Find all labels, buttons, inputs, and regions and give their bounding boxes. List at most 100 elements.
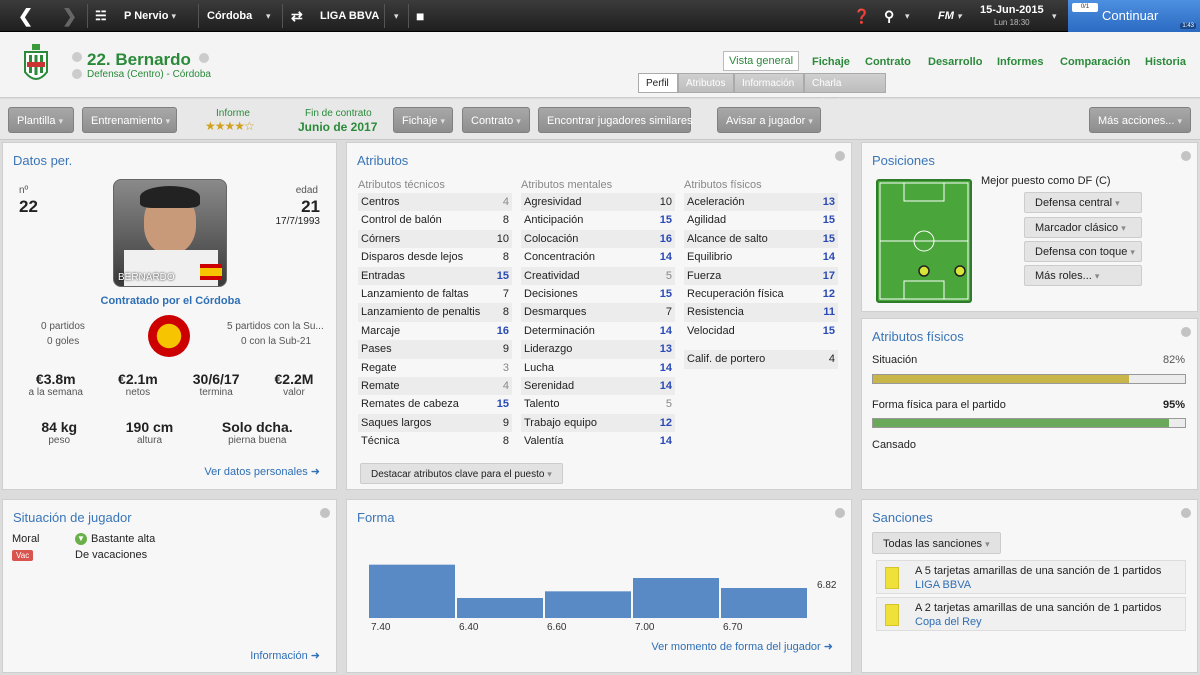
manager-menu[interactable]: P Nervio ▾ xyxy=(124,0,176,32)
attribute-name: Alcance de salto xyxy=(687,232,768,245)
attribute-name: Concentración xyxy=(524,251,595,264)
attribute-value: 14 xyxy=(659,435,672,448)
attribute-row: Liderazgo 13 xyxy=(521,340,675,359)
subtab-perfil[interactable]: Perfil xyxy=(638,73,678,93)
panel-menu-icon[interactable] xyxy=(1181,508,1191,518)
info-icon[interactable] xyxy=(199,53,209,63)
panel-menu-icon[interactable] xyxy=(1181,327,1191,337)
search-icon[interactable]: ⚲ xyxy=(884,0,894,32)
continue-button[interactable]: 0/1 Continuar 1:43 xyxy=(1068,0,1200,32)
inbox-badge: 0/1 xyxy=(1072,3,1098,12)
subtab-atributos[interactable]: Atributos xyxy=(678,73,734,93)
stat-height: 190 cm altura xyxy=(125,419,174,446)
attribute-row: Saques largos 9 xyxy=(358,413,512,433)
panel-menu-icon[interactable] xyxy=(320,508,330,518)
back-icon[interactable]: ❮ xyxy=(18,0,33,32)
attributes-panel: Atributos Atributos técnicos Centros 4 Con… xyxy=(346,142,852,490)
highlight-key-attributes-button[interactable]: Destacar atributos clave para el puesto … xyxy=(360,463,563,484)
position-icon xyxy=(72,69,82,79)
match-fitness-bar xyxy=(872,418,1186,428)
plantilla-button[interactable]: Plantilla ▾ xyxy=(8,107,74,133)
attribute-row: Córners 10 xyxy=(358,229,512,249)
informe-label: Informe xyxy=(216,108,250,119)
panel-menu-icon[interactable] xyxy=(1181,151,1191,161)
tab-comparacion[interactable]: Comparación xyxy=(1060,56,1130,68)
attribute-value: 16 xyxy=(659,232,672,245)
attribute-name: Técnica xyxy=(361,435,400,448)
sanction-competition[interactable]: LIGA BBVA xyxy=(915,579,971,591)
condition-bar xyxy=(872,374,1186,384)
attribute-value: 9 xyxy=(502,416,509,429)
tab-desarrollo[interactable]: Desarrollo xyxy=(928,56,982,68)
forward-icon[interactable]: ❯ xyxy=(62,0,77,32)
avisar-button[interactable]: Avisar a jugador ▾ xyxy=(717,107,821,133)
sanction-item: A 5 tarjetas amarillas de una sanción de… xyxy=(876,560,1186,594)
tab-historia[interactable]: Historia xyxy=(1145,56,1186,68)
sanction-text: A 5 tarjetas amarillas de una sanción de… xyxy=(915,565,1162,577)
tab-contrato[interactable]: Contrato xyxy=(865,56,911,68)
chevron-down-icon[interactable]: ▾ xyxy=(266,0,271,32)
game-icon[interactable]: ☵ xyxy=(95,0,107,32)
attribute-name: Remates de cabeza xyxy=(361,398,459,411)
attribute-name: Anticipación xyxy=(524,214,584,227)
role-button[interactable]: Marcador clásico ▾ xyxy=(1024,217,1142,238)
team-menu[interactable]: Córdoba xyxy=(207,0,252,32)
tab-informes[interactable]: Informes xyxy=(997,56,1043,68)
competition-menu[interactable]: LIGA BBVA xyxy=(320,0,379,32)
stat-wage: €3.8m a la semana xyxy=(28,371,83,398)
subtab-informacion[interactable]: Información xyxy=(734,73,804,93)
attribute-name: Equilibrio xyxy=(687,251,733,264)
attribute-value: 8 xyxy=(502,214,509,227)
role-button[interactable]: Defensa central ▾ xyxy=(1024,192,1142,213)
panel-menu-icon[interactable] xyxy=(835,508,845,518)
tab-fichaje[interactable]: Fichaje xyxy=(812,56,850,68)
action-toolbar: Plantilla ▾ Entrenamiento ▾ Informe ★★★★… xyxy=(0,99,1200,140)
role-button[interactable]: Defensa con toque ▾ xyxy=(1024,241,1142,262)
more-roles-button[interactable]: Más roles... ▾ xyxy=(1024,265,1142,286)
federation-icon xyxy=(148,315,190,357)
sanction-competition[interactable]: Copa del Rey xyxy=(915,616,982,628)
help-icon[interactable]: ❓ xyxy=(853,0,870,32)
form-bar xyxy=(369,564,455,618)
attribute-row: Aceleración 13 xyxy=(684,193,838,212)
attribute-row: Colocación 16 xyxy=(521,229,675,249)
more-actions-button[interactable]: Más acciones... ▾ xyxy=(1089,107,1191,133)
attribute-name: Fuerza xyxy=(687,269,722,282)
attribute-name: Trabajo equipo xyxy=(524,416,597,429)
chevron-down-icon[interactable]: ▾ xyxy=(1052,0,1057,32)
chevron-down-icon[interactable]: ▾ xyxy=(394,0,399,32)
information-link[interactable]: Información ➜ xyxy=(250,649,320,662)
attribute-value: 14 xyxy=(659,324,672,337)
personal-data-link[interactable]: Ver datos personales ➜ xyxy=(204,465,320,478)
attribute-value: 12 xyxy=(659,416,672,429)
attribute-row: Técnica 8 xyxy=(358,432,512,450)
tab-vista-general[interactable]: Vista general xyxy=(723,51,800,71)
entrenamiento-button[interactable]: Entrenamiento ▾ xyxy=(82,107,177,133)
contracted-by[interactable]: Contratado por el Córdoba xyxy=(3,295,338,307)
attribute-name: Agilidad xyxy=(687,214,727,227)
contrato-button[interactable]: Contrato ▾ xyxy=(462,107,530,133)
attribute-row: Determinación 14 xyxy=(521,322,675,340)
stat-expires: 30/6/17 termina xyxy=(192,371,240,398)
find-similar-button[interactable]: Encontrar jugadores similares xyxy=(538,107,693,133)
attribute-row: Equilibrio 14 xyxy=(684,248,838,266)
panel-menu-icon[interactable] xyxy=(835,151,845,161)
chat-icon[interactable]: ■ xyxy=(416,0,424,32)
vacation-badge: Vac xyxy=(12,550,34,561)
attribute-name: Valentía xyxy=(524,435,564,448)
attribute-name: Lanzamiento de faltas xyxy=(361,287,469,300)
panel-title: Datos per. xyxy=(13,153,73,168)
fichaje-button[interactable]: Fichaje ▾ xyxy=(393,107,453,133)
attribute-value: 4 xyxy=(502,379,509,392)
swap-icon[interactable]: ⇄ xyxy=(291,0,303,32)
birth-date: 17/7/1993 xyxy=(275,216,321,227)
attribute-name: Decisiones xyxy=(524,287,578,300)
attribute-value: 3 xyxy=(502,361,509,374)
number-label: nº xyxy=(19,185,29,196)
form-link[interactable]: Ver momento de forma del jugador ➜ xyxy=(651,640,833,653)
sanctions-filter[interactable]: Todas las sanciones ▾ xyxy=(872,532,1001,554)
attribute-value: 15 xyxy=(822,214,835,227)
fm-menu[interactable]: FM ▾ xyxy=(938,0,961,32)
chevron-down-icon[interactable]: ▾ xyxy=(905,0,910,32)
subtab-charla-privada[interactable]: Charla Privada xyxy=(804,73,886,109)
